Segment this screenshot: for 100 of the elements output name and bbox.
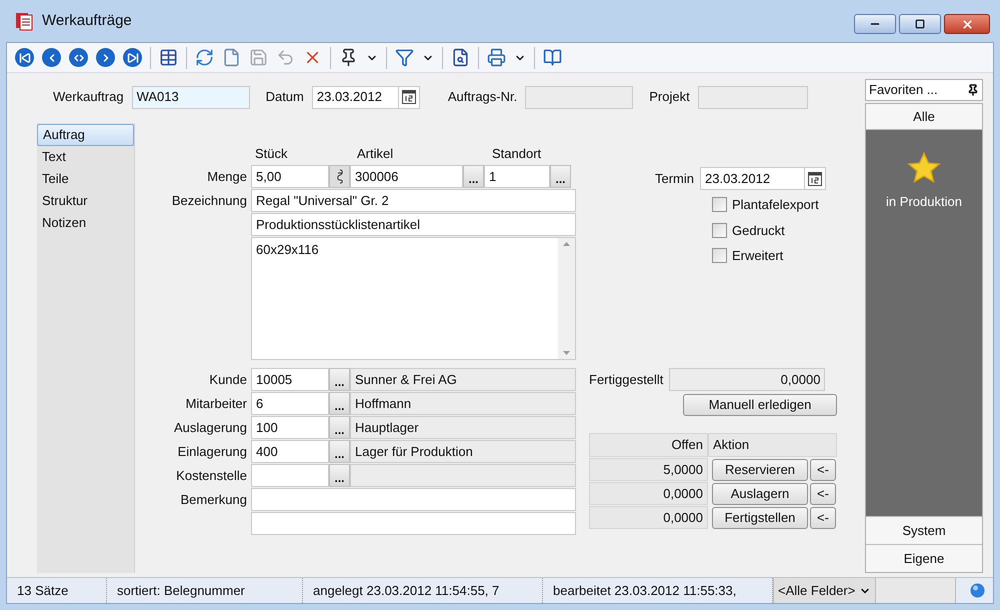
input-field[interactable]: 300006 <box>350 165 463 188</box>
manual-complete-button[interactable]: Manuell erledigen <box>683 394 837 416</box>
close-button[interactable] <box>944 14 990 34</box>
close-icon <box>960 18 974 30</box>
checkbox[interactable] <box>712 197 727 212</box>
lookup-button[interactable]: ... <box>463 165 484 188</box>
document-icon[interactable] <box>451 48 470 67</box>
maximize-button[interactable] <box>899 14 941 34</box>
lookup-button[interactable]: ... <box>550 165 571 188</box>
input-field[interactable]: Produktionsstücklistenartikel <box>251 213 576 236</box>
table-cell: 0,0000 <box>589 482 708 505</box>
field-label: Mitarbeiter <box>184 394 248 413</box>
table-cell: 5,0000 <box>589 458 708 481</box>
lookup-button[interactable]: ... <box>329 464 350 487</box>
transfer-button[interactable]: <- <box>810 482 836 504</box>
column-header: Offen <box>589 433 708 457</box>
lookup-button[interactable]: ... <box>329 440 350 463</box>
table-icon[interactable] <box>159 48 178 67</box>
name-field[interactable]: Sunner & Frei AG <box>350 368 576 391</box>
section-tab[interactable]: Auftrag <box>37 124 134 146</box>
lookup-button[interactable]: ... <box>329 392 350 415</box>
column-heading: Artikel <box>357 144 394 162</box>
field-label: Kostenstelle <box>175 466 248 485</box>
status-text: sortiert: Belegnummer <box>107 578 303 603</box>
input-field[interactable] <box>251 488 576 511</box>
name-field[interactable]: Lager für Produktion <box>350 440 576 463</box>
input-field[interactable] <box>251 512 576 535</box>
filter-icon[interactable] <box>395 48 414 67</box>
favorites-tab[interactable]: Eigene <box>866 544 982 572</box>
transfer-button[interactable]: <- <box>810 506 836 528</box>
pin-icon[interactable] <box>967 84 979 96</box>
field-label: Bemerkung <box>180 490 248 509</box>
column-heading: Stück <box>255 144 289 162</box>
minimize-button[interactable] <box>854 14 896 34</box>
column-heading: Standort <box>492 144 542 162</box>
pin-icon[interactable] <box>339 48 358 67</box>
input-field[interactable]: 23.03.2012 <box>312 86 398 108</box>
field-label: Termin <box>655 170 694 188</box>
input-field[interactable]: 5,00 <box>251 165 329 188</box>
field-label: Werkauftrag <box>53 88 124 106</box>
section-tab[interactable]: Notizen <box>37 212 134 234</box>
favorite-item[interactable]: in Produktion <box>886 152 962 212</box>
globe-icon <box>970 583 985 598</box>
section-tab[interactable]: Text <box>37 146 134 168</box>
input-field[interactable]: 23.03.2012 <box>700 167 804 190</box>
field-dropdown[interactable]: <Alle Felder> <box>773 578 876 603</box>
calendar-icon[interactable] <box>400 89 417 105</box>
transfer-button[interactable]: <- <box>810 458 836 480</box>
printer-icon[interactable] <box>487 48 506 67</box>
status-text: 13 Sätze <box>7 578 107 603</box>
section-tab[interactable]: Teile <box>37 168 134 190</box>
field-label: Fertiggestellt <box>589 370 664 389</box>
skip-back-icon[interactable] <box>15 48 34 67</box>
checkbox-label: Gedruckt <box>732 222 785 240</box>
checkbox-label: Plantafelexport <box>732 196 819 214</box>
input-field[interactable] <box>525 86 634 108</box>
calendar-icon[interactable] <box>807 170 824 186</box>
lookup-button[interactable]: ... <box>329 416 350 439</box>
skip-forward-icon[interactable] <box>123 48 142 67</box>
checkbox-label: Erweitert <box>732 247 784 265</box>
lookup-button[interactable]: ... <box>329 368 350 391</box>
checkbox[interactable] <box>712 248 727 264</box>
field-label: Auftrags-Nr. <box>448 88 518 106</box>
input-field[interactable]: 1 <box>484 165 550 188</box>
jump-icon[interactable] <box>69 48 88 67</box>
app-icon <box>14 11 34 31</box>
book-icon[interactable] <box>543 48 562 67</box>
input-field[interactable] <box>251 464 329 487</box>
input-field[interactable]: WA013 <box>132 86 250 108</box>
input-field[interactable]: Regal "Universal" Gr. 2 <box>251 189 576 212</box>
new-document-icon[interactable] <box>222 48 241 67</box>
name-field[interactable]: Hoffmann <box>350 392 576 415</box>
column-header: Aktion <box>708 433 837 457</box>
input-field[interactable]: 6 <box>251 392 329 415</box>
action-button[interactable]: Reservieren <box>712 458 808 480</box>
section-tab[interactable]: Struktur <box>37 190 134 212</box>
field-label: Projekt <box>649 88 690 106</box>
action-button[interactable]: Auslagern <box>712 482 808 504</box>
favorites-title: Favoriten ... <box>869 81 938 100</box>
field-label: Datum <box>266 88 304 106</box>
back-icon[interactable] <box>42 48 61 67</box>
input-field[interactable]: 0,0000 <box>669 368 826 391</box>
input-field[interactable]: 400 <box>251 440 329 463</box>
maximize-icon <box>915 19 925 29</box>
action-button[interactable]: Fertigstellen <box>712 506 808 528</box>
favorites-tab[interactable]: System <box>866 516 982 544</box>
field-label: Auslagerung <box>173 418 248 437</box>
input-field[interactable]: 10005 <box>251 368 329 391</box>
forward-icon[interactable] <box>96 48 115 67</box>
status-text: angelegt 23.03.2012 11:54:55, 7 <box>303 578 543 603</box>
refresh-icon[interactable] <box>195 48 214 67</box>
checkbox[interactable] <box>712 222 727 238</box>
favorites-tab[interactable]: Alle <box>866 104 982 130</box>
name-field[interactable]: Hauptlager <box>350 416 576 439</box>
field-label: Bezeichnung <box>170 192 248 210</box>
star-icon <box>906 152 941 184</box>
name-field[interactable] <box>350 464 576 487</box>
favorites-header[interactable]: Favoriten ... <box>865 79 983 101</box>
input-field[interactable]: 100 <box>251 416 329 439</box>
input-field[interactable] <box>698 86 808 108</box>
